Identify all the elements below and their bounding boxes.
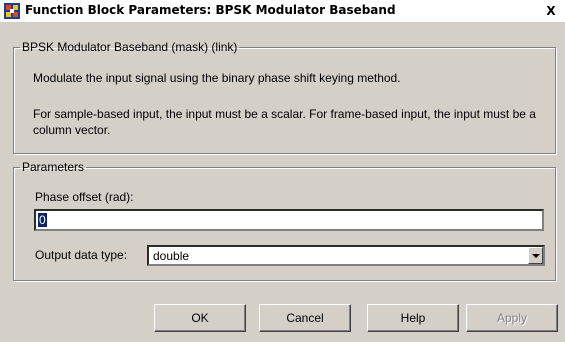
output-data-type-select[interactable]: double xyxy=(147,245,545,266)
simulink-block-icon xyxy=(4,3,20,19)
phase-offset-value: 0 xyxy=(38,213,47,227)
chevron-down-icon[interactable] xyxy=(528,247,543,264)
window-title: Function Block Parameters: BPSK Modulato… xyxy=(25,3,396,17)
close-button[interactable]: X xyxy=(543,4,559,18)
phase-offset-input[interactable]: 0 xyxy=(34,209,544,231)
output-data-type-value: double xyxy=(153,249,190,263)
mask-group-legend: BPSK Modulator Baseband (mask) (link) xyxy=(22,40,238,54)
parameters-group-legend: Parameters xyxy=(22,160,85,174)
apply-button[interactable]: Apply xyxy=(466,304,558,332)
cancel-button[interactable]: Cancel xyxy=(259,304,351,332)
output-data-type-label: Output data type: xyxy=(35,248,128,262)
phase-offset-label: Phase offset (rad): xyxy=(35,190,134,204)
dialog-window: Function Block Parameters: BPSK Modulato… xyxy=(0,0,565,342)
mask-description-line-2: For sample-based input, the input must b… xyxy=(33,107,536,137)
mask-description-line-1: Modulate the input signal using the bina… xyxy=(33,71,401,85)
title-bar[interactable]: Function Block Parameters: BPSK Modulato… xyxy=(0,0,565,22)
ok-button[interactable]: OK xyxy=(154,304,246,332)
help-button[interactable]: Help xyxy=(367,304,459,332)
